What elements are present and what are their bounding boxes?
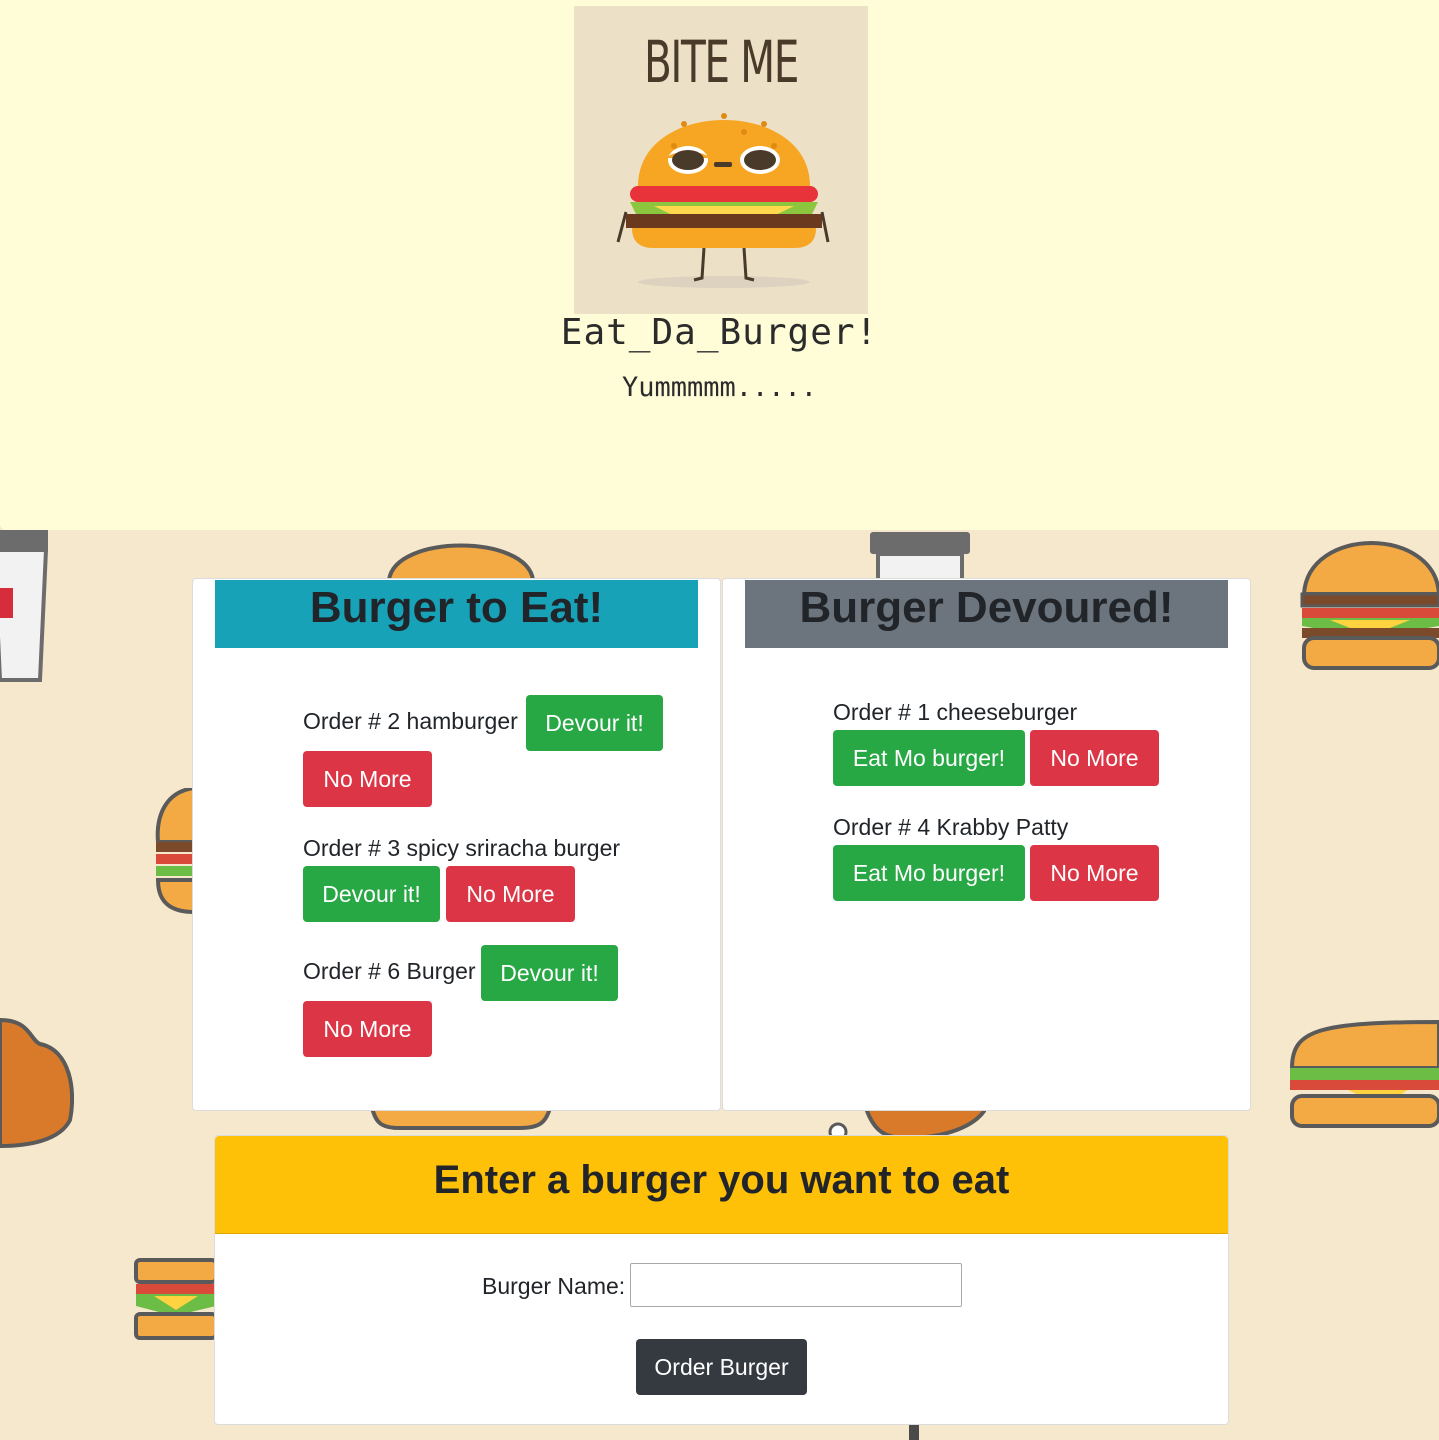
- bun-icon: [386, 543, 536, 580]
- devour-button[interactable]: Devour it!: [303, 866, 440, 922]
- burger-devoured-heading: Burger Devoured!: [745, 580, 1228, 648]
- no-more-button[interactable]: No More: [303, 751, 432, 807]
- burger-name-label: Burger Name:: [482, 1273, 626, 1299]
- bun-icon: [370, 1108, 552, 1130]
- drumstick-icon: [828, 1108, 986, 1138]
- sandwich-icon: [1289, 1019, 1439, 1128]
- devour-button[interactable]: Devour it!: [481, 945, 618, 1001]
- eat-mo-burger-button[interactable]: Eat Mo burger!: [833, 845, 1025, 901]
- burger-devoured-card: Burger Devoured! Order # 1 cheeseburger …: [722, 578, 1251, 1111]
- soda-cup-icon: [0, 530, 49, 682]
- burger-icon: [155, 788, 194, 914]
- no-more-button[interactable]: No More: [446, 866, 575, 922]
- order-item-label: Order # 3 spicy sriracha burger: [303, 835, 621, 861]
- order-item-label: Order # 4 Krabby Patty: [833, 814, 1069, 840]
- logo-text: BITE ME: [643, 28, 799, 96]
- no-more-button[interactable]: No More: [303, 1001, 432, 1057]
- bread-icon: [0, 1017, 74, 1149]
- soda-cup-icon: [870, 532, 970, 580]
- order-item-label: Order # 2 hamburger: [303, 708, 518, 734]
- devour-button[interactable]: Devour it!: [526, 695, 663, 751]
- site-title: Eat_Da_Burger!: [560, 312, 879, 353]
- burger-name-input[interactable]: [630, 1263, 962, 1307]
- eat-mo-burger-button[interactable]: Eat Mo burger!: [833, 730, 1025, 786]
- burger-to-eat-heading: Burger to Eat!: [215, 580, 698, 648]
- burger-icon: [1300, 541, 1439, 670]
- order-item-label: Order # 6 Burger: [303, 958, 476, 984]
- no-more-button[interactable]: No More: [1030, 845, 1159, 901]
- order-form-card: Enter a burger you want to eat Burger Na…: [214, 1135, 1229, 1425]
- burger-mascot-icon: [616, 113, 830, 288]
- page-header: BITE ME Eat_Da_Burger! Yummmmm.....: [0, 0, 1439, 530]
- order-form-heading: Enter a burger you want to eat: [215, 1136, 1228, 1234]
- order-item-label: Order # 1 cheeseburger: [833, 699, 1078, 725]
- no-more-button[interactable]: No More: [1030, 730, 1159, 786]
- straw-decoration: [909, 1424, 919, 1440]
- sandwich-icon: [134, 1258, 216, 1340]
- tagline: Yummmmm.....: [621, 372, 818, 403]
- bite-me-logo: BITE ME: [574, 6, 868, 314]
- order-burger-button[interactable]: Order Burger: [636, 1339, 807, 1395]
- burger-to-eat-card: Burger to Eat! Order # 2 hamburger Devou…: [192, 578, 721, 1111]
